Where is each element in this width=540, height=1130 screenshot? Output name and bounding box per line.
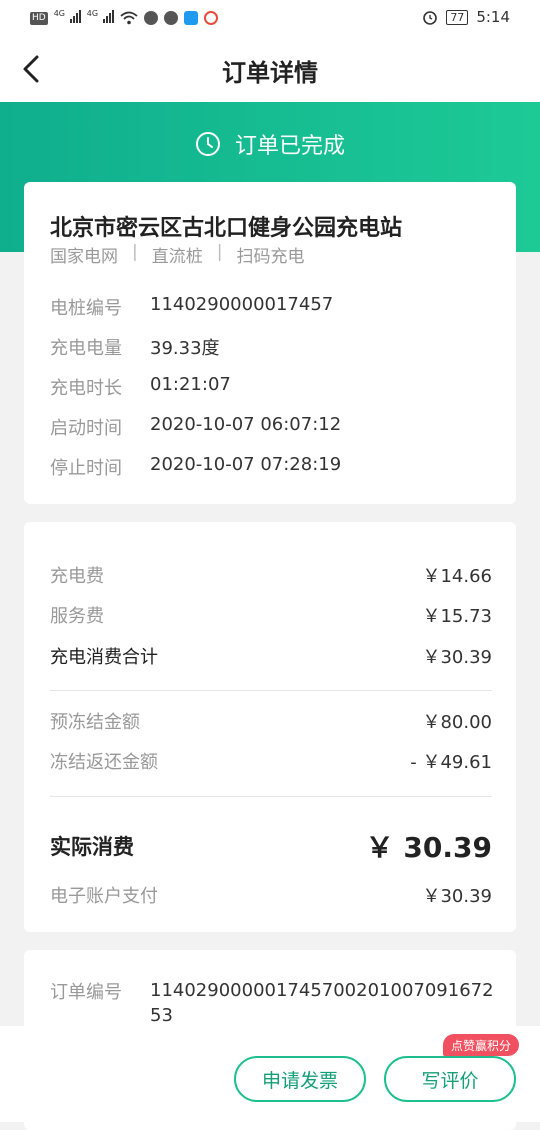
- red-app-icon: [203, 11, 218, 25]
- status-bar: HD 4G 4G 77 5:14: [0, 0, 540, 36]
- order-number-row: 订单编号 11402900000174570020100709167253: [50, 978, 495, 1028]
- status-bar-right: 77 5:14: [422, 8, 510, 26]
- duration-row: 充电时长 01:21:07: [50, 374, 231, 400]
- signal-icon-1: 4G: [54, 9, 81, 27]
- order-status-text: 订单已完成: [234, 134, 345, 159]
- network-type-2: 4G: [86, 9, 99, 18]
- stop-time-row: 停止时间 2020-10-07 07:28:19: [50, 454, 341, 480]
- frozen-row: 预冻结金额 ￥80.00: [50, 708, 492, 734]
- pile-id-value: 1140290000017457: [150, 294, 334, 315]
- actual-total-label: 实际消费: [50, 835, 134, 859]
- tag-pile-type: 直流桩: [151, 247, 203, 267]
- energy-label: 充电电量: [50, 338, 122, 359]
- bulb-app-icon: [183, 11, 198, 25]
- subtotal-value: ￥30.39: [422, 647, 492, 668]
- order-status: 订单已完成: [0, 128, 540, 160]
- actual-total-value: ￥ 30.39: [365, 831, 492, 864]
- bottom-action-bar: 申请发票 写评价 点赞赢积分: [0, 1026, 540, 1122]
- service-fee-label: 服务费: [50, 606, 104, 627]
- start-time-label: 启动时间: [50, 418, 122, 439]
- refund-value: - ￥49.61: [410, 752, 492, 773]
- order-number-label: 订单编号: [50, 982, 122, 1003]
- stop-time-value: 2020-10-07 07:28:19: [150, 454, 342, 475]
- charge-fee-label: 充电费: [50, 566, 104, 587]
- refund-row: 冻结返还金额 - ￥49.61: [50, 748, 492, 774]
- signal-icon-2: 4G: [87, 9, 114, 27]
- wifi-icon: [120, 11, 138, 25]
- write-review-button[interactable]: 写评价: [384, 1056, 516, 1102]
- subtotal-label: 充电消费合计: [50, 647, 158, 668]
- stop-time-label: 停止时间: [50, 458, 122, 479]
- charge-fee-value: ￥14.66: [422, 566, 492, 587]
- payment-row: 电子账户支付 ￥30.39: [50, 882, 492, 908]
- energy-value: 39.33度: [150, 338, 220, 359]
- order-number-value: 11402900000174570020100709167253: [150, 980, 494, 1026]
- divider: [50, 796, 492, 797]
- service-fee-row: 服务费 ￥15.73: [50, 602, 492, 628]
- clock-icon: [195, 132, 220, 156]
- subtotal-row: 充电消费合计 ￥30.39: [50, 643, 492, 669]
- hd-indicator: HD: [30, 11, 48, 25]
- tag-charge-mode: 扫码充电: [236, 247, 305, 267]
- pile-id-label: 电桩编号: [50, 298, 122, 319]
- station-card: 北京市密云区古北口健身公园充电站 国家电网 | 直流桩 | 扫码充电 电桩编号 …: [24, 182, 516, 504]
- status-bar-left: HD 4G 4G: [30, 9, 218, 27]
- page-title: 订单详情: [222, 59, 318, 87]
- apply-invoice-button[interactable]: 申请发票: [234, 1056, 366, 1102]
- tag-separator: |: [132, 242, 138, 262]
- chat-app-icon: [163, 11, 178, 25]
- station-name: 北京市密云区古北口健身公园充电站: [50, 216, 403, 241]
- hand-app-icon: [143, 11, 158, 25]
- service-fee-value: ￥15.73: [422, 606, 492, 627]
- network-type-1: 4G: [53, 9, 65, 18]
- frozen-value: ￥80.00: [422, 712, 492, 733]
- fee-card: 充电费 ￥14.66 服务费 ￥15.73 充电消费合计 ￥30.39 预冻结金…: [24, 522, 516, 932]
- tag-operator: 国家电网: [50, 247, 118, 267]
- tag-separator: |: [216, 242, 223, 262]
- nav-bar: 订单详情: [0, 36, 540, 102]
- pile-id-row: 电桩编号 1140290000017457: [50, 294, 333, 320]
- refund-label: 冻结返还金额: [50, 752, 158, 773]
- charge-fee-row: 充电费 ￥14.66: [50, 562, 492, 588]
- clock-time: 5:14: [476, 8, 510, 26]
- payment-label: 电子账户支付: [50, 886, 158, 907]
- review-reward-badge: 点赞赢积分: [443, 1034, 520, 1056]
- energy-row: 充电电量 39.33度: [50, 334, 220, 360]
- actual-total-row: 实际消费 ￥ 30.39: [50, 826, 492, 866]
- duration-label: 充电时长: [50, 378, 122, 399]
- station-tags: 国家电网 | 直流桩 | 扫码充电: [50, 242, 304, 267]
- duration-value: 01:21:07: [150, 374, 231, 395]
- divider: [50, 690, 492, 691]
- payment-value: ￥30.39: [422, 886, 492, 907]
- alarm-icon: [423, 11, 438, 25]
- start-time-row: 启动时间 2020-10-07 06:07:12: [50, 414, 341, 440]
- battery-icon: 77: [446, 9, 469, 25]
- start-time-value: 2020-10-07 06:07:12: [150, 414, 342, 435]
- frozen-label: 预冻结金额: [50, 712, 140, 733]
